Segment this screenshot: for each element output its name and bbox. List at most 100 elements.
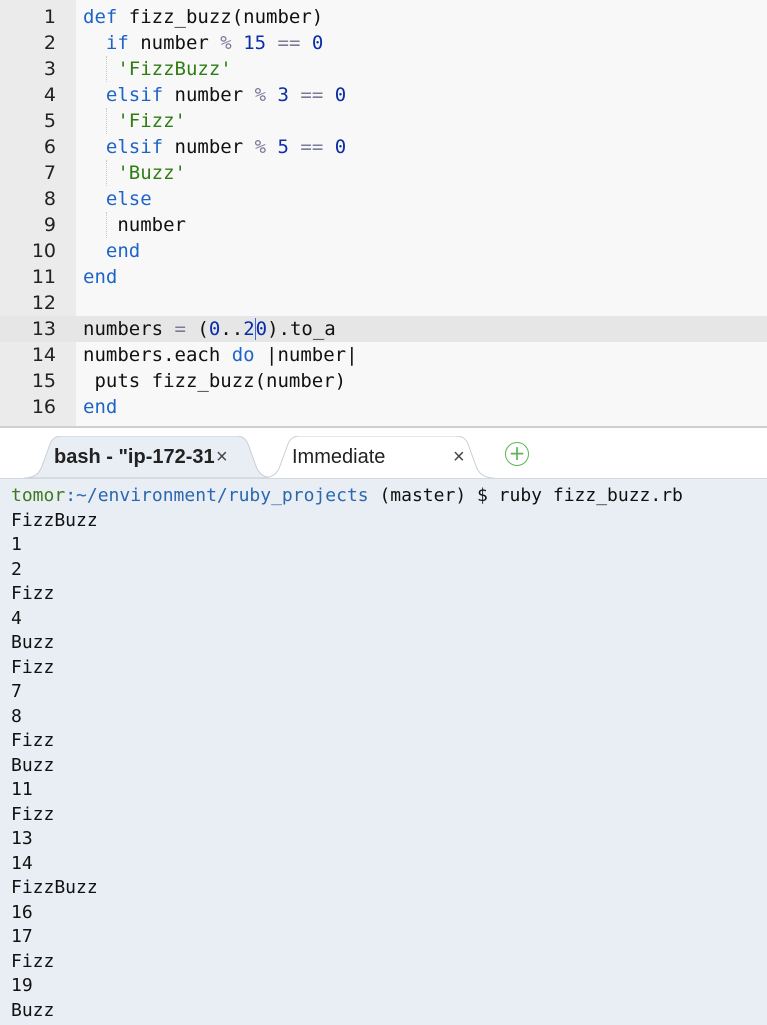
terminal-pane[interactable]: tomor:~/environment/ruby_projects (maste… bbox=[0, 478, 767, 1025]
code-token: 2 bbox=[243, 318, 255, 340]
code-token: numbers.each bbox=[83, 344, 232, 366]
code-token: 0 bbox=[334, 84, 347, 106]
line-number: 3 bbox=[43, 58, 56, 80]
tab-immediate[interactable]: Immediate × bbox=[262, 436, 494, 478]
terminal-output-line: Fizz bbox=[11, 656, 55, 678]
line-number: 15 bbox=[31, 370, 56, 392]
code-line[interactable]: 12 bbox=[0, 290, 767, 316]
code-token: number bbox=[117, 214, 186, 236]
prompt-user: tomor bbox=[11, 485, 66, 506]
code-text: end bbox=[83, 264, 117, 290]
code-token: number bbox=[163, 84, 255, 106]
code-token: elsif bbox=[105, 84, 164, 106]
terminal-output-line: 13 bbox=[11, 828, 33, 849]
indent-guide bbox=[105, 108, 107, 134]
tab-bash-close-icon[interactable]: × bbox=[216, 436, 228, 478]
terminal-output-line: 1 bbox=[11, 534, 22, 555]
code-token: .. bbox=[220, 318, 244, 340]
prompt-path: :~/environment/ruby_projects bbox=[65, 485, 369, 506]
code-token: elsif bbox=[105, 136, 164, 158]
code-text: elsif number % 5 == 0 bbox=[106, 134, 346, 160]
terminal-output-line: Fizz bbox=[11, 950, 55, 972]
line-number: 13 bbox=[31, 318, 56, 340]
code-line[interactable]: 3 'FizzBuzz' bbox=[0, 56, 767, 82]
code-text: end bbox=[83, 394, 117, 420]
code-token: 0 bbox=[254, 318, 268, 340]
code-line[interactable]: 15 puts fizz_buzz(number) bbox=[0, 368, 767, 394]
code-text: else bbox=[106, 186, 152, 212]
code-line[interactable]: 6 elsif number % 5 == 0 bbox=[0, 134, 767, 160]
code-text: puts fizz_buzz(number) bbox=[94, 368, 346, 394]
code-line[interactable]: 4 elsif number % 3 == 0 bbox=[0, 82, 767, 108]
line-number: 12 bbox=[31, 292, 56, 314]
code-token: 'FizzBuzz' bbox=[117, 58, 232, 80]
code-text: end bbox=[106, 238, 140, 264]
line-number: 8 bbox=[43, 188, 56, 210]
terminal-output-line: 14 bbox=[11, 852, 33, 874]
terminal-output-line: 2 bbox=[11, 558, 22, 580]
code-text: def fizz_buzz(number) bbox=[83, 4, 323, 30]
tab-bash[interactable]: bash - "ip-172-31 × bbox=[24, 436, 274, 478]
terminal-output-line: 11 bbox=[11, 779, 33, 800]
code-token: end bbox=[105, 240, 141, 262]
line-number: 16 bbox=[31, 396, 56, 418]
code-text: 'Fizz' bbox=[117, 108, 186, 134]
line-number: 4 bbox=[43, 84, 56, 106]
code-line[interactable]: 9 number bbox=[0, 212, 767, 238]
line-number: 7 bbox=[43, 162, 56, 184]
code-line[interactable]: 11 end bbox=[0, 264, 767, 290]
code-token: do bbox=[231, 344, 255, 366]
line-number: 6 bbox=[43, 136, 56, 158]
code-token: 'Fizz' bbox=[117, 110, 186, 132]
code-token: == bbox=[300, 136, 324, 158]
code-line[interactable]: 14 numbers.each do |number| bbox=[0, 342, 767, 368]
terminal-output-line: Fizz bbox=[11, 803, 55, 825]
code-token: % bbox=[254, 136, 267, 158]
code-token: ).to_a bbox=[267, 318, 336, 340]
code-token: ( bbox=[185, 318, 209, 340]
indent-guide bbox=[105, 160, 107, 186]
code-line[interactable]: 2 if number % 15 == 0 bbox=[0, 30, 767, 56]
code-line[interactable]: 13 numbers = (0..20).to_a bbox=[0, 316, 767, 342]
code-text: numbers.each do |number| bbox=[83, 342, 358, 368]
terminal-output-line: 16 bbox=[11, 901, 33, 923]
code-text: if number % 15 == 0 bbox=[106, 30, 323, 56]
terminal-prompt-line: tomor:~/environment/ruby_projects (maste… bbox=[11, 484, 683, 509]
code-line[interactable]: 10 end bbox=[0, 238, 767, 264]
code-token: end bbox=[83, 396, 118, 418]
code-editor[interactable]: 1 def fizz_buzz(number) 2 if number % 15 ==… bbox=[0, 0, 767, 426]
code-token: number bbox=[163, 136, 255, 158]
terminal-output-line: 17 bbox=[11, 926, 33, 947]
add-tab-plus-icon[interactable]: + bbox=[505, 442, 529, 466]
indent-guide bbox=[105, 56, 107, 82]
code-token: 15 bbox=[243, 32, 267, 54]
terminal-output-line: 4 bbox=[11, 607, 22, 629]
code-token: else bbox=[105, 188, 152, 210]
line-number: 1 bbox=[43, 6, 56, 28]
terminal-output-line: Buzz bbox=[11, 999, 55, 1021]
tab-immediate-close-icon[interactable]: × bbox=[453, 436, 465, 478]
code-line[interactable]: 5 'Fizz' bbox=[0, 108, 767, 134]
terminal-output-line: Fizz bbox=[11, 583, 55, 604]
code-line[interactable]: 1 def fizz_buzz(number) bbox=[0, 4, 767, 30]
code-text: 'FizzBuzz' bbox=[117, 56, 231, 82]
line-number: 14 bbox=[31, 344, 56, 366]
code-line[interactable]: 7 'Buzz' bbox=[0, 160, 767, 186]
code-line[interactable]: 8 else bbox=[0, 186, 767, 212]
terminal-output-line: Buzz bbox=[11, 754, 55, 776]
code-token: def bbox=[83, 6, 118, 28]
terminal-output-line: Buzz bbox=[11, 632, 55, 653]
code-text: numbers = (0..20).to_a bbox=[83, 316, 336, 342]
line-number: 5 bbox=[43, 110, 56, 132]
line-number: 11 bbox=[31, 266, 56, 288]
terminal-tab-bar: bash - "ip-172-31 × Immediate × + bbox=[0, 428, 767, 478]
line-number: 2 bbox=[43, 32, 56, 54]
code-token: puts fizz_buzz(number) bbox=[94, 370, 347, 392]
tab-bash-label: bash - "ip-172-31 bbox=[54, 446, 215, 468]
code-token: numbers bbox=[83, 318, 175, 340]
code-line[interactable]: 16 end bbox=[0, 394, 767, 420]
terminal-output-line: 7 bbox=[11, 681, 22, 702]
